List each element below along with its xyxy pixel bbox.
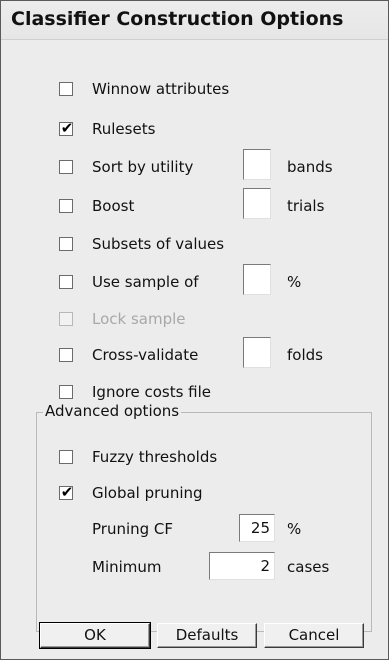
ignore-costs-file-checkbox[interactable] [59, 385, 73, 399]
pruning-cf-label: Pruning CF [92, 520, 174, 538]
advanced-options-title: Advanced options [43, 402, 182, 420]
folds-unit-label: folds [287, 346, 323, 364]
global-pruning-checkbox[interactable]: ✔ [59, 483, 74, 501]
trials-input[interactable] [243, 188, 271, 219]
bands-unit-label: bands [287, 158, 333, 176]
trials-unit-label: trials [287, 197, 325, 215]
bands-input-field[interactable] [244, 150, 270, 179]
sample-percent-unit-label: % [287, 273, 302, 291]
cancel-button[interactable]: Cancel [264, 623, 364, 648]
minimum-cases-unit-label: cases [287, 558, 330, 576]
pruning-cf-input-field[interactable] [240, 515, 274, 541]
cross-validate-checkbox[interactable] [59, 348, 73, 362]
lock-sample-checkbox [59, 312, 73, 326]
dialog-title: Classifier Construction Options [11, 8, 344, 30]
winnow-attributes-label: Winnow attributes [92, 80, 230, 98]
subsets-of-values-label: Subsets of values [92, 235, 225, 253]
cross-validate-label: Cross-validate [92, 346, 199, 364]
dialog-body: Winnow attributes ✔ Rulesets Sort by uti… [1, 40, 388, 659]
folds-input-field[interactable] [244, 338, 270, 367]
dialog-window: Classifier Construction Options Winnow a… [0, 0, 389, 660]
minimum-cases-input[interactable] [209, 552, 275, 580]
sample-percent-input[interactable] [243, 264, 271, 295]
use-sample-checkbox[interactable] [59, 275, 73, 289]
ok-button[interactable]: OK [39, 622, 151, 649]
pruning-cf-unit-label: % [287, 520, 302, 538]
title-bar[interactable]: Classifier Construction Options [1, 1, 388, 40]
lock-sample-label: Lock sample [92, 310, 186, 328]
trials-input-field[interactable] [244, 189, 270, 218]
fuzzy-thresholds-label: Fuzzy thresholds [92, 448, 218, 466]
fuzzy-thresholds-checkbox[interactable] [59, 450, 73, 464]
minimum-cases-input-field[interactable] [210, 553, 274, 579]
rulesets-label: Rulesets [92, 120, 156, 138]
bands-input[interactable] [243, 149, 271, 180]
winnow-attributes-checkbox[interactable] [59, 82, 73, 96]
minimum-label: Minimum [92, 558, 162, 576]
sort-by-utility-checkbox[interactable] [59, 160, 73, 174]
ignore-costs-file-label: Ignore costs file [92, 383, 212, 401]
rulesets-checkbox[interactable]: ✔ [59, 119, 74, 137]
use-sample-label: Use sample of [92, 273, 199, 291]
sort-by-utility-label: Sort by utility [92, 158, 194, 176]
check-icon: ✔ [60, 483, 74, 501]
subsets-of-values-checkbox[interactable] [59, 237, 73, 251]
check-icon: ✔ [60, 119, 74, 137]
boost-label: Boost [92, 197, 135, 215]
sample-percent-input-field[interactable] [244, 265, 270, 294]
global-pruning-label: Global pruning [92, 484, 203, 502]
pruning-cf-input[interactable] [239, 514, 275, 542]
folds-input[interactable] [243, 337, 271, 368]
defaults-button[interactable]: Defaults [157, 623, 257, 648]
boost-checkbox[interactable] [59, 199, 73, 213]
advanced-options-group [36, 412, 372, 632]
